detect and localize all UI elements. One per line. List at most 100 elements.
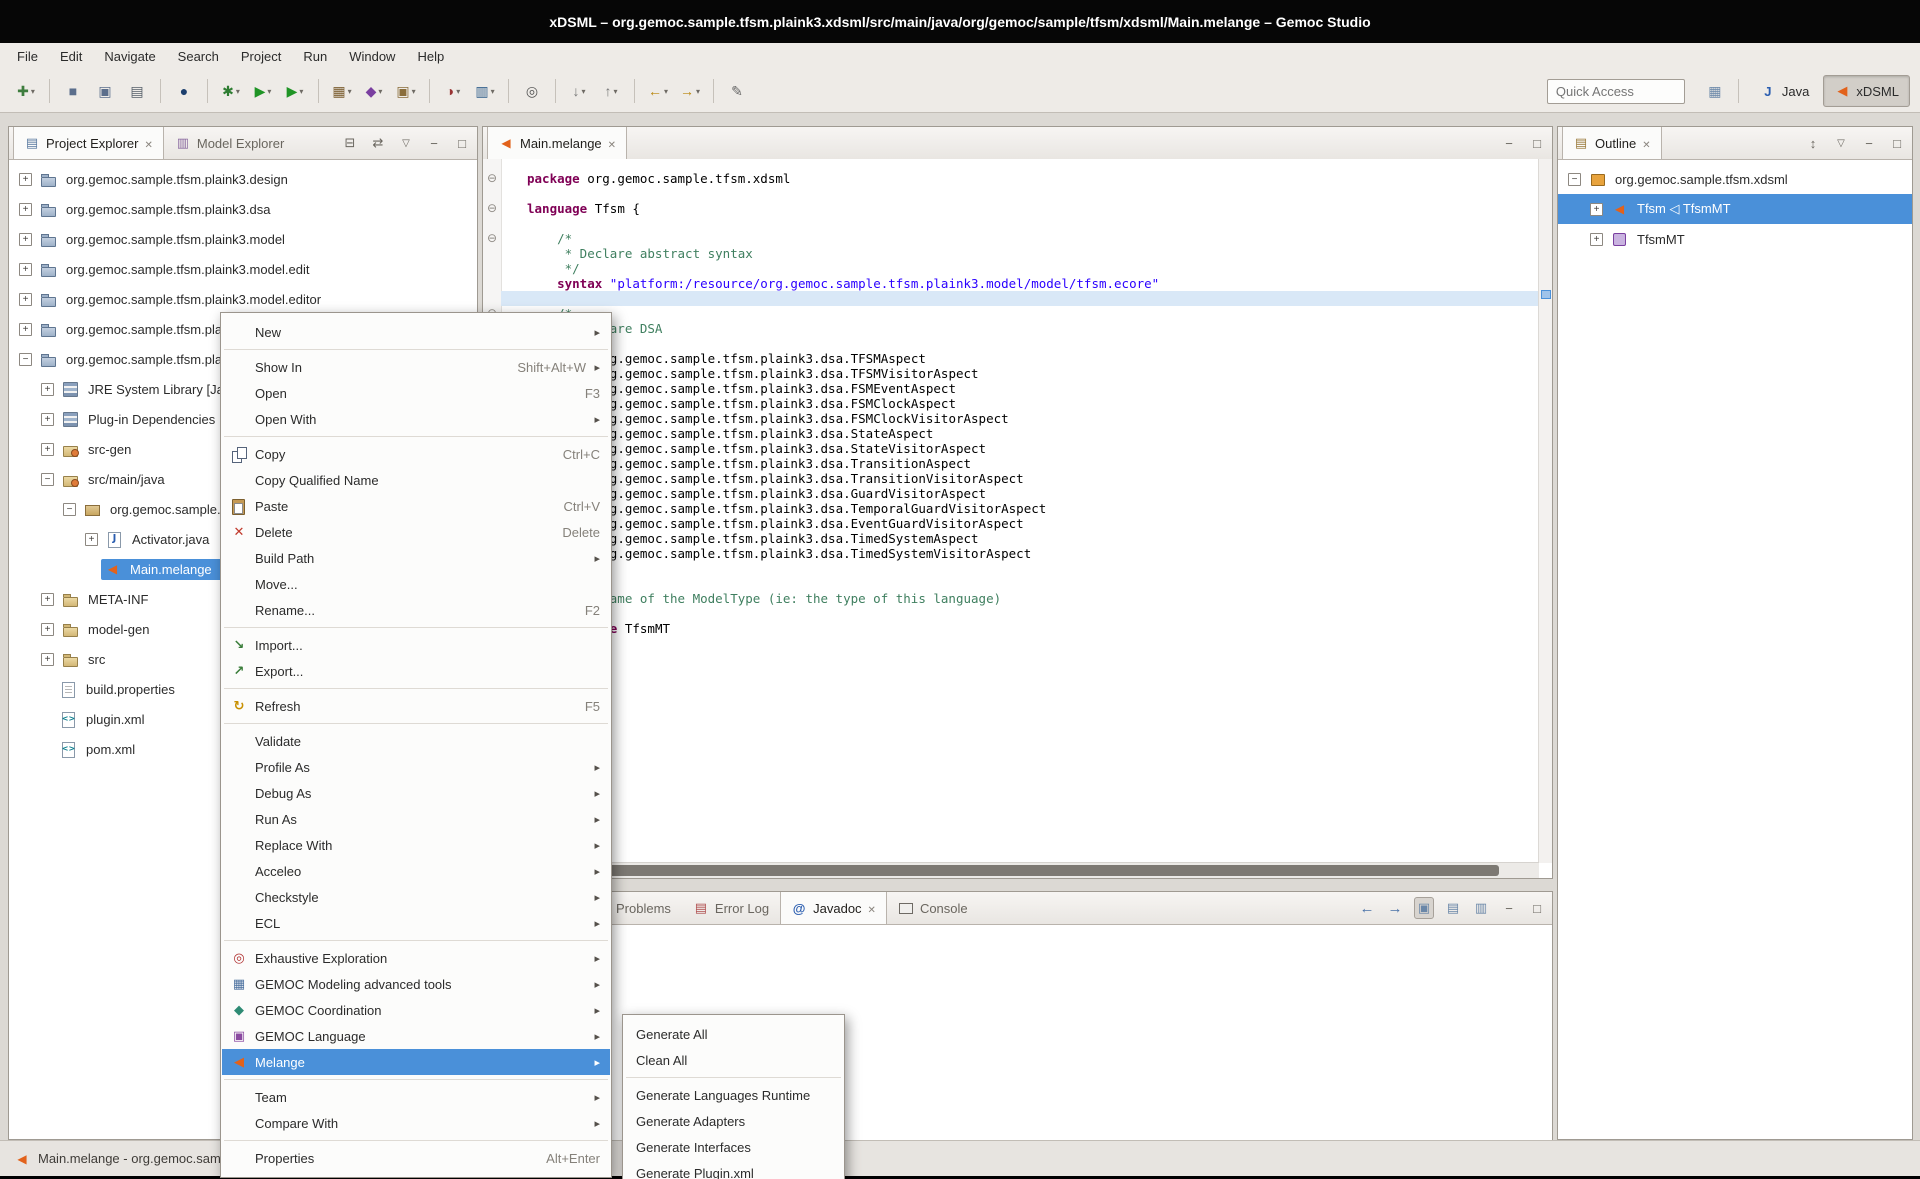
submenu-item-generate-languages-runtime[interactable]: Generate Languages Runtime — [624, 1082, 843, 1108]
tree-item[interactable]: +org.gemoc.sample.tfsm.plaink3.dsa — [9, 194, 477, 224]
link-with-editor-icon[interactable] — [369, 135, 387, 151]
search-button[interactable]: ◎ — [517, 78, 547, 104]
menubar-item-project[interactable]: Project — [230, 43, 292, 70]
gemoc-engine-button[interactable]: ● — [169, 78, 199, 104]
context-menu-item-exhaustive-exploration[interactable]: Exhaustive Exploration▸ — [222, 945, 610, 971]
scrollbar-thumb[interactable] — [485, 865, 1499, 876]
context-menu-item-import[interactable]: Import... — [222, 632, 610, 658]
new-package-button[interactable]: ▣▾ — [391, 78, 421, 104]
link-with-selection-icon[interactable] — [1414, 897, 1434, 919]
menubar-item-edit[interactable]: Edit — [49, 43, 93, 70]
collapse-icon[interactable]: − — [19, 353, 32, 366]
new-wizard-button[interactable]: ✚▾ — [11, 78, 41, 104]
expand-icon[interactable]: + — [19, 173, 32, 186]
bottom-tab-console[interactable]: Console — [887, 892, 979, 924]
editor-tab-main-melange[interactable]: Main.melange — [487, 127, 627, 159]
new-java-project-button[interactable]: ▦▾ — [327, 78, 357, 104]
fold-marker-icon[interactable]: ⊖ — [485, 171, 499, 185]
close-tab-icon[interactable] — [144, 136, 152, 151]
submenu-item-generate-adapters[interactable]: Generate Adapters — [624, 1108, 843, 1134]
minimize-icon[interactable] — [1860, 136, 1878, 151]
context-menu-item-run-as[interactable]: Run As▸ — [222, 806, 610, 832]
pe-tab-model-explorer[interactable]: Model Explorer — [164, 127, 295, 159]
tree-item[interactable]: +org.gemoc.sample.tfsm.plaink3.model — [9, 224, 477, 254]
collapse-icon[interactable]: − — [63, 503, 76, 516]
context-menu-item-properties[interactable]: PropertiesAlt+Enter — [222, 1145, 610, 1171]
context-menu-item-rename[interactable]: Rename...F2 — [222, 597, 610, 623]
debug-button[interactable]: ✱▾ — [216, 78, 246, 104]
context-menu-item-melange[interactable]: Melange▸ — [222, 1049, 610, 1075]
perspective-button-xdsml[interactable]: xDSML — [1823, 75, 1910, 107]
prev-annotation-button[interactable]: ↑▾ — [596, 78, 626, 104]
context-menu-item-team[interactable]: Team▸ — [222, 1084, 610, 1110]
minimize-icon[interactable] — [1500, 901, 1518, 916]
horizontal-scrollbar[interactable] — [483, 862, 1539, 878]
expand-icon[interactable]: + — [41, 413, 54, 426]
expand-icon[interactable]: + — [41, 443, 54, 456]
next-annotation-button[interactable]: ↓▾ — [564, 78, 594, 104]
tree-item[interactable]: +TfsmMT — [1558, 224, 1912, 254]
menubar-item-navigate[interactable]: Navigate — [93, 43, 166, 70]
coverage-button[interactable]: ◑▾ — [438, 78, 468, 104]
submenu-item-generate-all[interactable]: Generate All — [624, 1021, 843, 1047]
expand-icon[interactable]: + — [41, 623, 54, 636]
context-menu-item-acceleo[interactable]: Acceleo▸ — [222, 858, 610, 884]
context-menu-item-refresh[interactable]: RefreshF5 — [222, 693, 610, 719]
close-tab-icon[interactable] — [608, 136, 616, 151]
expand-icon[interactable]: + — [19, 263, 32, 276]
context-menu-item-compare-with[interactable]: Compare With▸ — [222, 1110, 610, 1136]
close-tab-icon[interactable] — [1642, 136, 1650, 151]
forward-icon[interactable] — [1386, 900, 1404, 917]
forward-button[interactable]: →▾ — [675, 78, 705, 104]
new-plugin-project-button[interactable]: ◆▾ — [359, 78, 389, 104]
tree-item[interactable]: +Tfsm ◁ TfsmMT — [1558, 194, 1912, 224]
quick-access-input[interactable] — [1547, 79, 1685, 104]
sort-icon[interactable] — [1804, 136, 1822, 151]
context-menu-item-show-in[interactable]: Show InShift+Alt+W▸ — [222, 354, 610, 380]
junit-button[interactable]: ▥▾ — [470, 78, 500, 104]
perspective-button-java[interactable]: Java — [1750, 76, 1819, 106]
print-button[interactable]: ▤ — [122, 78, 152, 104]
expand-icon[interactable]: + — [19, 233, 32, 246]
tree-item[interactable]: +org.gemoc.sample.tfsm.plaink3.model.edi… — [9, 284, 477, 314]
context-menu-item-export[interactable]: Export... — [222, 658, 610, 684]
filter-icon[interactable] — [1832, 138, 1850, 149]
back-button[interactable]: ←▾ — [643, 78, 673, 104]
run-button[interactable]: ▶▾ — [248, 78, 278, 104]
menubar-item-search[interactable]: Search — [167, 43, 230, 70]
minimize-icon[interactable] — [1500, 136, 1518, 151]
code-editor[interactable]: ⊖⊖⊖⊖ package org.gemoc.sample.tfsm.xdsml… — [483, 159, 1552, 878]
minimize-icon[interactable] — [425, 136, 443, 151]
external-tools-button[interactable]: ▶▾ — [280, 78, 310, 104]
context-menu-item-gemoc-coordination[interactable]: GEMOC Coordination▸ — [222, 997, 610, 1023]
maximize-icon[interactable] — [1528, 901, 1546, 916]
context-menu-item-gemoc-language[interactable]: GEMOC Language▸ — [222, 1023, 610, 1049]
context-menu-item-copy[interactable]: CopyCtrl+C — [222, 441, 610, 467]
save-button[interactable]: ■ — [58, 78, 88, 104]
submenu-item-generate-interfaces[interactable]: Generate Interfaces — [624, 1134, 843, 1160]
submenu-item-clean-all[interactable]: Clean All — [624, 1047, 843, 1073]
open-perspective-button[interactable]: ▦ — [1700, 78, 1730, 104]
bottom-tab-error-log[interactable]: Error Log — [682, 892, 780, 924]
context-menu-item-profile-as[interactable]: Profile As▸ — [222, 754, 610, 780]
close-tab-icon[interactable] — [868, 901, 876, 916]
expand-icon[interactable]: + — [41, 653, 54, 666]
context-menu-item-replace-with[interactable]: Replace With▸ — [222, 832, 610, 858]
open-attached-javadoc-icon[interactable] — [1444, 900, 1462, 916]
pe-tab-project-explorer[interactable]: Project Explorer — [13, 127, 164, 159]
context-menu-item-checkstyle[interactable]: Checkstyle▸ — [222, 884, 610, 910]
tree-item[interactable]: +org.gemoc.sample.tfsm.plaink3.model.edi… — [9, 254, 477, 284]
expand-icon[interactable]: + — [41, 383, 54, 396]
context-menu-item-new[interactable]: New▸ — [222, 319, 610, 345]
context-menu-item-paste[interactable]: PasteCtrl+V — [222, 493, 610, 519]
context-menu-item-validate[interactable]: Validate — [222, 728, 610, 754]
context-menu-item-copy-qualified-name[interactable]: Copy Qualified Name — [222, 467, 610, 493]
view-menu-icon[interactable] — [397, 138, 415, 149]
expand-icon[interactable]: + — [1590, 233, 1603, 246]
context-menu-item-delete[interactable]: DeleteDelete — [222, 519, 610, 545]
maximize-icon[interactable] — [1528, 136, 1546, 151]
menubar-item-help[interactable]: Help — [406, 43, 455, 70]
fold-marker-icon[interactable]: ⊖ — [485, 231, 499, 245]
expand-icon[interactable]: + — [85, 533, 98, 546]
submenu-item-generate-plugin-xml[interactable]: Generate Plugin.xml — [624, 1160, 843, 1179]
